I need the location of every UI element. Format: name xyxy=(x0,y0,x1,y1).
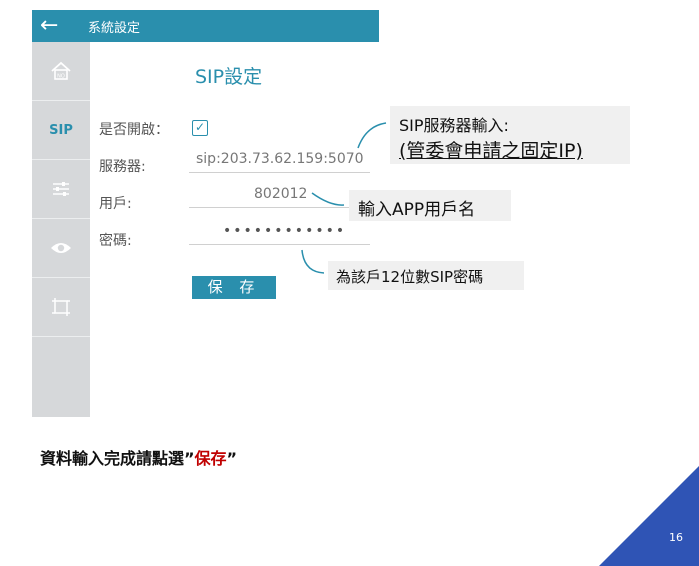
server-connector xyxy=(357,122,387,149)
instruction-text: 資料輸入完成請點選”保存” xyxy=(40,445,237,469)
corner-decoration xyxy=(599,466,699,566)
instruction-prefix: 資料輸入完成請點選” xyxy=(40,449,195,468)
user-callout: 輸入APP用戶名 xyxy=(349,190,511,221)
user-callout-text: 輸入APP用戶名 xyxy=(358,200,476,220)
server-callout-line2: (管委會申請之固定IP) xyxy=(399,140,583,162)
page-number: 16 xyxy=(669,531,683,544)
server-callout-line1: SIP服務器輸入: xyxy=(399,116,509,135)
server-callout: SIP服務器輸入: (管委會申請之固定IP) xyxy=(390,106,630,164)
instruction-emphasis: 保存 xyxy=(194,449,227,468)
user-connector xyxy=(311,192,345,206)
password-connector xyxy=(301,249,325,274)
instruction-suffix: ” xyxy=(226,449,238,468)
password-callout: 為該戶12位數SIP密碼 xyxy=(328,261,524,290)
password-callout-text: 為該戶12位數SIP密碼 xyxy=(336,268,484,286)
